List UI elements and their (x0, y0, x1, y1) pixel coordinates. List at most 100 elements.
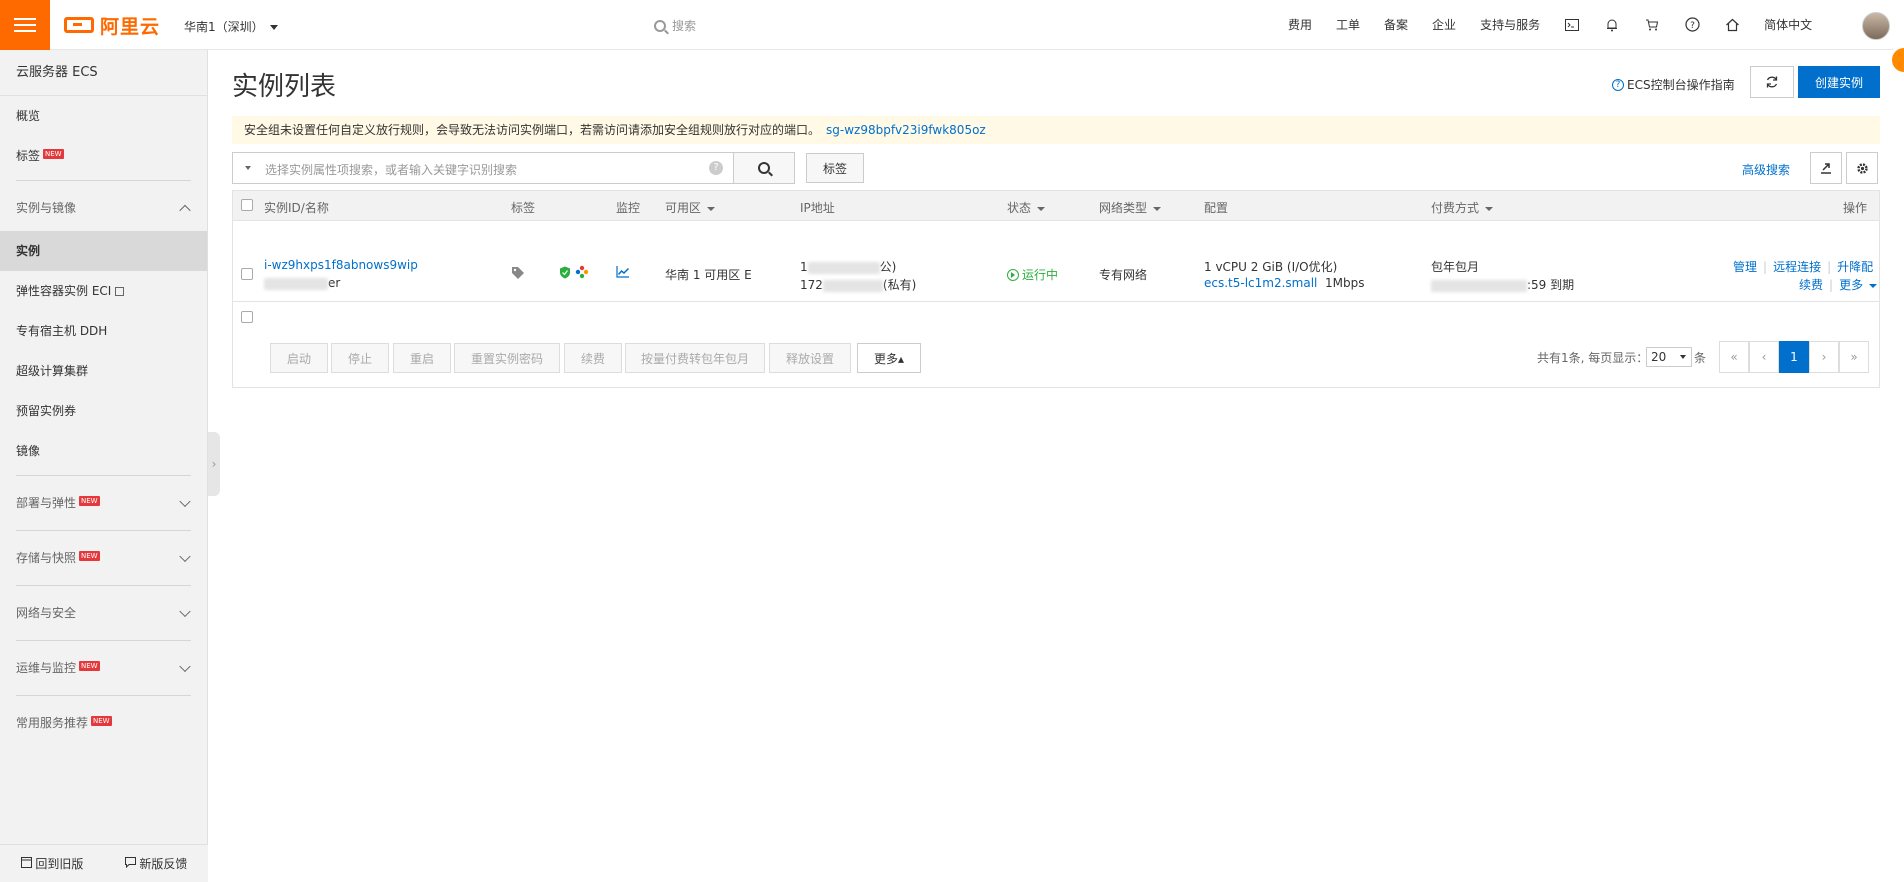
caret-down-icon (1485, 206, 1494, 211)
nav-enterprise[interactable]: 企业 (1432, 16, 1456, 33)
nav-billing[interactable]: 费用 (1288, 16, 1312, 33)
sidebar-group-label: 运维与监控 (16, 661, 77, 675)
aliyun-logo[interactable]: 阿里云 (64, 13, 160, 38)
new-badge: NEW (79, 551, 100, 561)
create-instance-button[interactable]: 创建实例 (1798, 66, 1880, 98)
zone-value: 华南 1 可用区 E (665, 268, 752, 282)
global-search[interactable]: 搜索 (654, 17, 696, 34)
search-button[interactable] (733, 152, 795, 184)
chevron-up-icon (179, 204, 191, 217)
sidebar-item-instances[interactable]: 实例 (0, 231, 207, 271)
column-monitor: 监控 (616, 201, 641, 215)
next-page-button[interactable]: › (1809, 341, 1839, 373)
divider (16, 695, 191, 696)
more-bulk-actions-button[interactable]: 更多▴ (857, 343, 921, 373)
avatar[interactable] (1862, 12, 1890, 40)
config-spec: 1 vCPU 2 GiB (I/O优化) (1204, 260, 1338, 274)
sidebar-item-tags[interactable]: 标签 NEW (0, 136, 207, 176)
refresh-icon (1766, 76, 1778, 88)
shield-icon[interactable] (559, 266, 571, 282)
reset-password-button[interactable]: 重置实例密码 (454, 343, 560, 373)
sidebar-group-network[interactable]: 网络与安全 (0, 590, 207, 636)
instance-filter-input[interactable]: 选择实例属性项搜索，或者输入关键字识别搜索 ? (232, 152, 734, 184)
footer-select-all-checkbox[interactable] (241, 311, 253, 323)
extension-icon[interactable] (575, 265, 589, 282)
help-icon[interactable]: ? (1684, 17, 1700, 33)
tag-filter-button[interactable]: 标签 (806, 153, 864, 183)
column-billing[interactable]: 付费方式 (1431, 199, 1494, 216)
assistant-float-icon[interactable] (1892, 48, 1904, 72)
column-zone[interactable]: 可用区 (665, 199, 716, 216)
table-settings-button[interactable] (1846, 152, 1878, 184)
instance-name: er (264, 276, 340, 290)
separator: | (1829, 278, 1834, 292)
resize-link[interactable]: 升降配 (1837, 260, 1873, 274)
remote-connect-link[interactable]: 远程连接 (1773, 260, 1821, 274)
console-guide-link[interactable]: ? ECS控制台操作指南 (1612, 76, 1735, 93)
select-all-checkbox[interactable] (241, 199, 253, 211)
start-button[interactable]: 启动 (270, 343, 328, 373)
sidebar-group-ops[interactable]: 运维与监控 NEW (0, 645, 207, 691)
monitor-chart-icon[interactable] (616, 266, 630, 281)
language-switch[interactable]: 简体中文 (1764, 16, 1812, 33)
nav-tickets[interactable]: 工单 (1336, 16, 1360, 33)
new-badge: NEW (79, 661, 100, 671)
instance-id-link[interactable]: i-wz9hxps1f8abnows9wip (264, 258, 418, 272)
network-type: 专有网络 (1099, 268, 1148, 282)
sidebar-item-eci[interactable]: 弹性容器实例 ECI (0, 271, 207, 311)
guide-label: ECS控制台操作指南 (1627, 78, 1735, 92)
sidebar-item-label: 镜像 (16, 444, 41, 458)
sidebar-group-storage[interactable]: 存储与快照 NEW (0, 535, 207, 581)
divider (16, 475, 191, 476)
feedback-link[interactable]: 新版反馈 (124, 855, 187, 872)
page-size-select[interactable]: 20 (1646, 347, 1692, 367)
nav-support[interactable]: 支持与服务 (1480, 16, 1540, 33)
old-version-link[interactable]: 回到旧版 (20, 855, 83, 872)
advanced-search-link[interactable]: 高级搜索 (1742, 161, 1790, 178)
sidebar-item-ddh[interactable]: 专有宿主机 DDH (0, 311, 207, 351)
home-icon[interactable] (1724, 17, 1740, 33)
convert-billing-button[interactable]: 按量付费转包年包月 (625, 343, 765, 373)
column-status[interactable]: 状态 (1007, 199, 1046, 216)
export-button[interactable] (1810, 152, 1842, 184)
search-icon (758, 162, 770, 174)
filter-dropdown-caret-icon[interactable] (245, 166, 251, 170)
stop-button[interactable]: 停止 (331, 343, 389, 373)
sidebar-group-instances[interactable]: 实例与镜像 (0, 185, 207, 231)
restart-button[interactable]: 重启 (393, 343, 451, 373)
first-page-button[interactable]: « (1719, 341, 1749, 373)
cart-icon[interactable] (1644, 17, 1660, 33)
more-actions-link[interactable]: 更多 (1839, 278, 1878, 292)
security-group-link[interactable]: sg-wz98bpfv23i9fwk805oz (826, 123, 986, 137)
region-selector[interactable]: 华南1（深圳） (184, 18, 278, 35)
tag-icon[interactable] (511, 266, 525, 283)
page-1-button[interactable]: 1 (1779, 341, 1809, 373)
row-checkbox[interactable] (241, 268, 253, 280)
prev-page-button[interactable]: ‹ (1749, 341, 1779, 373)
sidebar-item-reserved[interactable]: 预留实例券 (0, 391, 207, 431)
bell-icon[interactable] (1604, 17, 1620, 33)
sidebar-item-overview[interactable]: 概览 (0, 96, 207, 136)
new-badge: NEW (79, 496, 100, 506)
sidebar-item-images[interactable]: 镜像 (0, 431, 207, 471)
renew-link[interactable]: 续费 (1799, 278, 1823, 292)
filter-help-icon[interactable]: ? (709, 161, 723, 175)
instance-type-link[interactable]: ecs.t5-lc1m2.small (1204, 276, 1317, 290)
sidebar-group-deploy[interactable]: 部署与弹性 NEW (0, 480, 207, 526)
column-network[interactable]: 网络类型 (1099, 199, 1162, 216)
last-page-button[interactable]: » (1839, 341, 1869, 373)
renew-button[interactable]: 续费 (564, 343, 622, 373)
sidebar-item-recommend[interactable]: 常用服务推荐 NEW (0, 700, 207, 746)
divider (16, 180, 191, 181)
release-settings-button[interactable]: 释放设置 (769, 343, 851, 373)
sidebar-item-label: 预留实例券 (16, 404, 77, 418)
search-icon (654, 19, 666, 32)
hamburger-menu-icon[interactable] (0, 0, 50, 50)
refresh-button[interactable] (1750, 66, 1794, 98)
sidebar-collapse-handle[interactable]: › (208, 432, 220, 496)
manage-link[interactable]: 管理 (1733, 260, 1757, 274)
nav-icp[interactable]: 备案 (1384, 16, 1408, 33)
page-size-value: 20 (1651, 350, 1667, 364)
terminal-icon[interactable] (1564, 17, 1580, 33)
sidebar-item-scc[interactable]: 超级计算集群 (0, 351, 207, 391)
